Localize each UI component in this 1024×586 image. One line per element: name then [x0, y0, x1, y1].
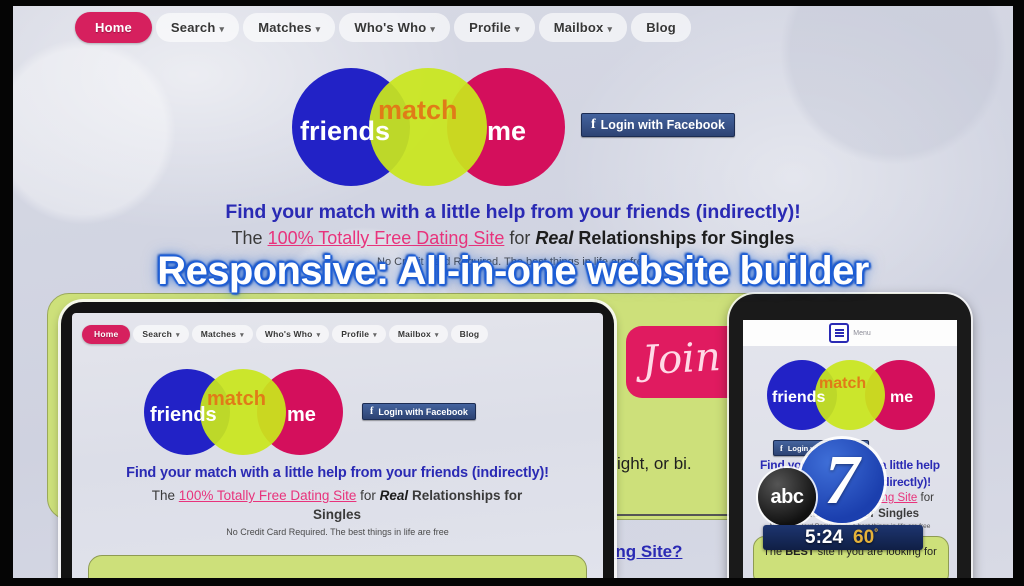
nav-label-blog: Blog: [646, 19, 676, 35]
tablet-nav-item-mailbox[interactable]: Mailbox ▾: [388, 325, 448, 343]
tagline-rest: Relationships for Singles: [573, 228, 795, 248]
tablet-nav-label-whoswho: Who's Who: [264, 329, 313, 339]
nav-label-matches: Matches: [258, 19, 312, 35]
tablet-screen: Home Search ▾ Matches ▾ Who's Who ▾ Profile…: [72, 313, 603, 578]
tablet-site-logo[interactable]: friends me match: [144, 369, 344, 455]
tagline-the: The: [231, 228, 268, 248]
tablet-nav-label-profile: Profile: [341, 329, 370, 339]
tablet-free-dating-site-link[interactable]: 100% Totally Free Dating Site: [179, 488, 357, 503]
chevron-down-icon: ▾: [240, 332, 244, 339]
tablet-nav-item-profile[interactable]: Profile ▾: [332, 325, 386, 343]
nav-label-profile: Profile: [469, 19, 511, 35]
join-badge-label: Join: [640, 333, 722, 385]
nav-item-profile[interactable]: Profile ▾: [454, 12, 535, 42]
video-frame: Home Search ▾ Matches ▾ Who's Who ▾ Profile…: [0, 0, 1024, 586]
chevron-down-icon: ▾: [175, 332, 180, 339]
logo-text-match: match: [207, 388, 266, 410]
tagline-real: Real: [379, 488, 409, 503]
logo-text-friends: friends: [772, 389, 826, 406]
logo-text-match: match: [819, 375, 867, 392]
logo-text-me: me: [287, 404, 316, 426]
phone-site-logo[interactable]: friends me match: [767, 360, 935, 430]
hamburger-menu-icon[interactable]: [829, 323, 850, 343]
chevron-down-icon: ▾: [514, 23, 520, 34]
logo-text-me: me: [890, 389, 914, 406]
degree-symbol: °: [874, 527, 879, 539]
tablet-no-credit-card-note: No Credit Card Required. The best things…: [226, 527, 449, 537]
login-with-facebook-button[interactable]: f Login with Facebook: [581, 113, 735, 137]
tablet-nav-label-blog: Blog: [459, 329, 480, 339]
phone-topbar: Menu: [743, 320, 957, 346]
temperature-reading: 60°: [853, 527, 878, 549]
temperature-value: 60: [853, 526, 875, 548]
tablet-navigation: Home Search ▾ Matches ▾ Who's Who ▾ Profile…: [72, 321, 603, 347]
nav-item-matches[interactable]: Matches ▾: [243, 12, 336, 42]
nav-label-search: Search: [170, 19, 216, 35]
tablet-tagline-secondary: The 100% Totally Free Dating Site for Re…: [112, 486, 562, 524]
nav-label-mailbox: Mailbox: [553, 19, 604, 35]
tablet-nav-item-matches[interactable]: Matches ▾: [191, 325, 253, 343]
logo-circle-match: [815, 360, 885, 430]
logo-text-match: match: [378, 95, 458, 125]
nav-item-blog[interactable]: Blog: [631, 12, 691, 42]
tagline-real: Real: [535, 228, 574, 248]
chevron-down-icon: ▾: [219, 23, 225, 34]
tablet-nav-item-whoswho[interactable]: Who's Who ▾: [255, 325, 330, 343]
nav-item-whoswho[interactable]: Who's Who ▾: [339, 12, 451, 42]
nav-item-home[interactable]: Home: [75, 11, 152, 43]
tagline-for: for: [504, 228, 536, 248]
tablet-tagline-primary: Find your match with a little help from …: [126, 465, 549, 481]
overlay-title: Responsive: All-in-one website builder: [157, 249, 869, 293]
tablet-login-with-facebook-button[interactable]: f Login with Facebook: [362, 403, 476, 420]
phone-menu-label: Menu: [853, 329, 871, 337]
clock-time: 5:24: [805, 526, 844, 548]
logo-text-friends: friends: [300, 116, 391, 146]
facebook-button-label: Login with Facebook: [600, 118, 725, 132]
nav-label-home: Home: [95, 19, 132, 35]
abc-logo-text: abc: [770, 485, 804, 508]
chevron-down-icon: ▾: [316, 332, 321, 339]
chevron-down-icon: ▾: [430, 23, 436, 34]
site-logo[interactable]: friends me match: [292, 68, 567, 186]
tablet-nav-item-search[interactable]: Search ▾: [133, 325, 189, 343]
logo-text-me: me: [487, 116, 527, 146]
tablet-lime-panel: [88, 555, 587, 578]
facebook-icon: f: [370, 406, 374, 417]
hero-tagline-primary: Find your match with a little help from …: [225, 201, 801, 223]
nav-item-search[interactable]: Search ▾: [155, 12, 240, 42]
tagline-rest: Relationships for: [408, 488, 523, 503]
chevron-down-icon: ▾: [373, 332, 377, 339]
tablet-nav-item-home[interactable]: Home: [82, 324, 131, 344]
chevron-down-icon: ▾: [315, 23, 321, 34]
tablet-nav-item-blog[interactable]: Blog: [450, 325, 489, 343]
tablet-nav-label-matches: Matches: [200, 329, 237, 339]
tagline-for: for: [356, 488, 380, 503]
chevron-down-icon: ▾: [434, 332, 439, 339]
tablet-nav-label-search: Search: [142, 329, 172, 339]
tagline-the: The: [151, 488, 179, 503]
tablet-mockup: Home Search ▾ Matches ▾ Who's Who ▾ Profile…: [61, 302, 614, 578]
captured-webpage: Home Search ▾ Matches ▾ Who's Who ▾ Profile…: [13, 6, 1013, 578]
main-navigation: Home Search ▾ Matches ▾ Who's Who ▾ Profile…: [13, 6, 1013, 48]
tagline-singles: Singles: [312, 507, 361, 522]
abc-logo-icon: abc: [758, 468, 816, 526]
free-dating-site-link[interactable]: 100% Totally Free Dating Site: [268, 228, 505, 248]
hero-tagline-secondary: The 100% Totally Free Dating Site for Re…: [13, 228, 1013, 249]
chevron-down-icon: ▾: [607, 23, 613, 34]
tablet-nav-label-mailbox: Mailbox: [397, 329, 431, 339]
time-temperature-bar: 5:24 60°: [763, 525, 923, 550]
nav-item-mailbox[interactable]: Mailbox ▾: [538, 12, 628, 42]
nav-label-whoswho: Who's Who: [354, 19, 427, 35]
tablet-nav-label-home: Home: [94, 329, 119, 339]
tablet-facebook-button-label: Login with Facebook: [378, 406, 468, 417]
abc7-broadcast-bug: 7 abc 5:24 60°: [755, 439, 935, 551]
facebook-icon: f: [591, 117, 596, 132]
